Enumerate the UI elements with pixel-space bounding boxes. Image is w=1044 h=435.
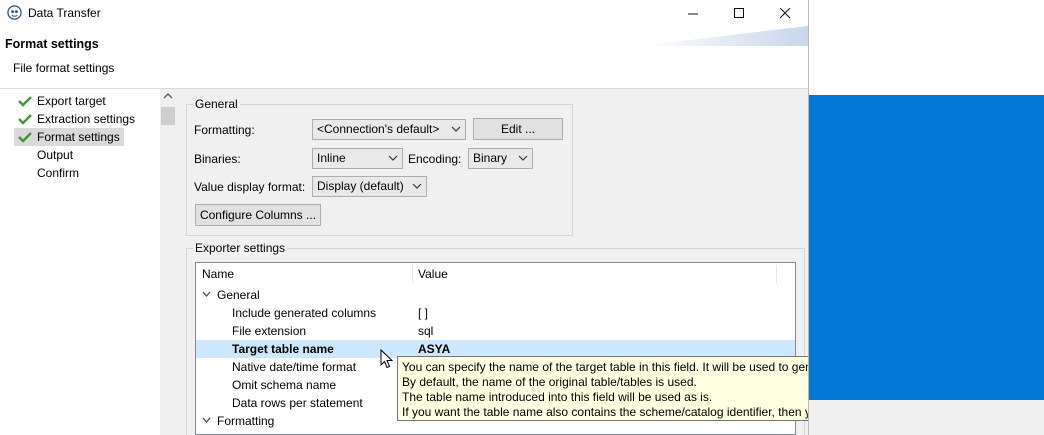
nav-item-format-settings[interactable]: Format settings bbox=[14, 128, 124, 146]
row-name: Data rows per statement bbox=[232, 396, 363, 410]
value-display-format-value: Display (default) bbox=[317, 179, 404, 193]
binaries-label: Binaries: bbox=[194, 152, 241, 166]
page-subtitle: File format settings bbox=[13, 61, 115, 75]
close-icon bbox=[779, 7, 790, 18]
scroll-up-icon[interactable] bbox=[163, 92, 173, 100]
desktop-background bbox=[809, 0, 1044, 435]
row-name: Omit schema name bbox=[232, 378, 337, 392]
nav-item-label: Extraction settings bbox=[37, 112, 136, 126]
exporter-settings-legend: Exporter settings bbox=[193, 241, 288, 255]
formatting-label: Formatting: bbox=[194, 123, 255, 137]
encoding-label: Encoding: bbox=[408, 152, 462, 166]
row-name: Native date/time format bbox=[232, 360, 357, 374]
check-icon bbox=[18, 114, 32, 125]
table-row[interactable]: Include generated columns [ ] bbox=[196, 304, 795, 322]
row-name: Include generated columns bbox=[232, 306, 377, 320]
check-icon bbox=[18, 96, 32, 107]
nav-item-export-target[interactable]: Export target bbox=[14, 92, 110, 110]
chevron-down-icon[interactable] bbox=[202, 417, 211, 423]
nav-item-label: Confirm bbox=[37, 166, 80, 180]
target-table-tooltip: You can specify the name of the target t… bbox=[397, 356, 808, 421]
row-name: Formatting bbox=[217, 414, 275, 428]
check-icon bbox=[18, 132, 32, 143]
column-header-name[interactable]: Name bbox=[202, 263, 234, 285]
binaries-select[interactable]: Inline bbox=[312, 148, 403, 169]
encoding-select[interactable]: Binary bbox=[468, 148, 533, 169]
nav-item-confirm[interactable]: Confirm bbox=[14, 164, 83, 182]
chevron-down-icon bbox=[451, 126, 461, 132]
desktop-wallpaper bbox=[809, 95, 1044, 435]
nav-scroll-thumb[interactable] bbox=[161, 107, 175, 125]
edit-button[interactable]: Edit ... bbox=[473, 118, 563, 140]
row-name: File extension bbox=[232, 324, 307, 338]
page-title: Format settings bbox=[5, 37, 99, 51]
tooltip-line: If you want the table name also contains… bbox=[402, 405, 808, 419]
row-value[interactable]: [ ] bbox=[418, 304, 428, 322]
minimize-icon bbox=[687, 13, 698, 14]
nav-item-label: Output bbox=[37, 148, 74, 162]
minimize-button[interactable] bbox=[670, 0, 716, 26]
nav-item-output[interactable]: Output bbox=[14, 146, 77, 164]
mouse-cursor-icon bbox=[380, 349, 394, 369]
nav-scrollbar[interactable] bbox=[160, 89, 176, 435]
tooltip-line: The table name introduced into this fiel… bbox=[402, 390, 713, 404]
chevron-down-icon bbox=[388, 155, 398, 161]
formatting-value: <Connection's default> bbox=[317, 122, 440, 136]
row-name: Target table name bbox=[232, 342, 334, 356]
maximize-icon bbox=[733, 7, 744, 18]
binaries-value: Inline bbox=[317, 151, 346, 165]
value-display-format-select[interactable]: Display (default) bbox=[312, 176, 427, 197]
nav-item-label: Format settings bbox=[37, 130, 120, 144]
chevron-down-icon bbox=[518, 155, 528, 161]
close-button[interactable] bbox=[762, 0, 808, 26]
tooltip-line: You can specify the name of the target t… bbox=[402, 360, 808, 374]
table-row[interactable]: File extension sql bbox=[196, 322, 795, 340]
data-transfer-window: Data Transfer Format settings File forma… bbox=[0, 0, 809, 435]
column-header-value[interactable]: Value bbox=[418, 263, 448, 285]
row-value[interactable]: sql bbox=[418, 322, 433, 340]
general-group-legend: General bbox=[193, 97, 240, 111]
dbeaver-app-icon bbox=[7, 5, 22, 20]
maximize-button[interactable] bbox=[716, 0, 762, 26]
table-row-group-general[interactable]: General bbox=[196, 286, 795, 304]
configure-columns-button[interactable]: Configure Columns ... bbox=[195, 204, 321, 226]
chevron-down-icon bbox=[412, 183, 422, 189]
header-banner-graphic bbox=[638, 26, 808, 46]
formatting-select[interactable]: <Connection's default> bbox=[312, 119, 466, 140]
nav-item-label: Export target bbox=[37, 94, 106, 108]
page-header: Format settings File format settings bbox=[0, 26, 808, 89]
value-display-format-label: Value display format: bbox=[194, 180, 306, 194]
tooltip-line: By default, the name of the original tab… bbox=[402, 375, 697, 389]
wizard-nav: Export target Extraction settings Format… bbox=[0, 89, 176, 435]
nav-item-extraction-settings[interactable]: Extraction settings bbox=[14, 110, 139, 128]
window-title: Data Transfer bbox=[28, 6, 101, 20]
chevron-down-icon[interactable] bbox=[202, 291, 211, 297]
desktop-strip bbox=[809, 400, 1044, 435]
title-bar: Data Transfer bbox=[0, 0, 808, 26]
encoding-value: Binary bbox=[473, 151, 508, 165]
row-name: General bbox=[217, 288, 260, 302]
